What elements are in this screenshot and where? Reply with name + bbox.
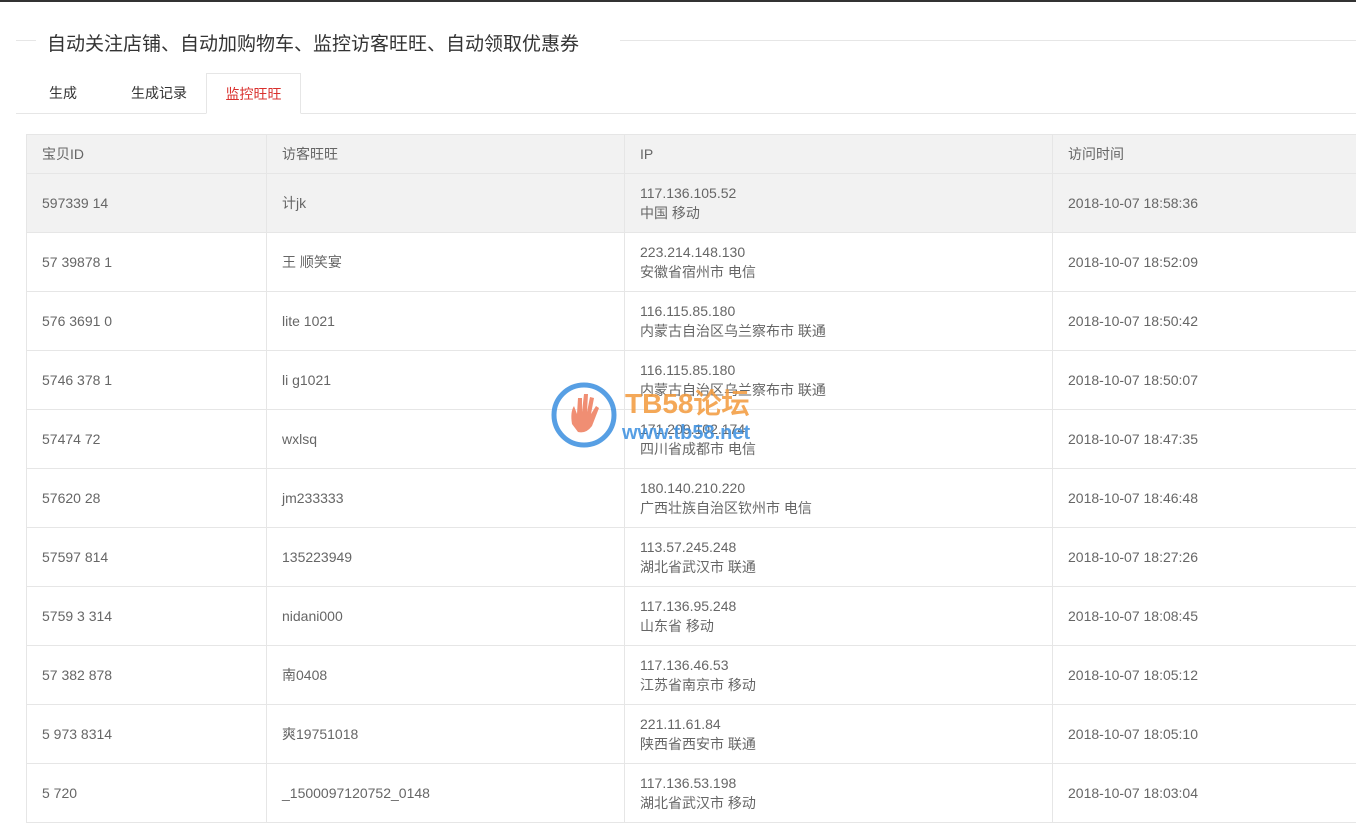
cell-ip: 116.115.85.180 内蒙古自治区乌兰察布市 联通 xyxy=(624,291,1053,351)
page-title: 自动关注店铺、自动加购物车、监控访客旺旺、自动领取优惠券 xyxy=(47,34,580,55)
table-row: 57 39878 1王 顺笑宴 223.214.148.130 安徽省宿州市 电信 2… xyxy=(26,232,1356,292)
cell-ip: 117.136.105.52 中国 移动 xyxy=(624,173,1053,233)
cell-visit-time: 2018-10-07 18:58:36 xyxy=(1052,173,1356,233)
column-header-item-id: 宝贝ID xyxy=(26,134,267,174)
title-divider-right xyxy=(620,40,1356,41)
cell-visit-time: 2018-10-07 18:05:12 xyxy=(1052,645,1356,705)
cell-visit-time: 2018-10-07 18:08:45 xyxy=(1052,586,1356,646)
tab-generate[interactable]: 生成 xyxy=(32,73,94,113)
cell-ip: 117.136.95.248 山东省 移动 xyxy=(624,586,1053,646)
cell-ip: 117.136.53.198 湖北省武汉市 移动 xyxy=(624,763,1053,823)
cell-visit-time: 2018-10-07 18:52:09 xyxy=(1052,232,1356,292)
cell-visitor-wangwang: 王 顺笑宴 xyxy=(266,232,625,292)
cell-ip: 180.140.210.220 广西壮族自治区钦州市 电信 xyxy=(624,468,1053,528)
cell-item-id: 5 973 8314 xyxy=(26,704,267,764)
visitor-table-container: 宝贝ID 访客旺旺 IP 访问时间 597339 14 计jk 117.136.10… xyxy=(26,134,1356,830)
ip-address: 180.140.210.220 xyxy=(640,480,746,496)
cell-visitor-wangwang: wxlsq xyxy=(266,409,625,469)
cell-visitor-wangwang: 135223949 xyxy=(266,527,625,587)
ip-address: 117.136.105.52 xyxy=(640,185,737,201)
visitor-table: 宝贝ID 访客旺旺 IP 访问时间 597339 14 计jk 117.136.10… xyxy=(26,134,1356,823)
cell-item-id: 5746 378 1 xyxy=(26,350,267,410)
ip-location: 中国 移动 xyxy=(640,205,700,221)
column-header-visitor-wangwang: 访客旺旺 xyxy=(266,134,625,174)
cell-ip: 117.136.46.53 江苏省南京市 移动 xyxy=(624,645,1053,705)
ip-address: 113.57.245.248 xyxy=(640,539,737,555)
table-header-row: 宝贝ID 访客旺旺 IP 访问时间 xyxy=(26,134,1356,174)
cell-ip: 113.57.245.248 湖北省武汉市 联通 xyxy=(624,527,1053,587)
ip-location: 广西壮族自治区钦州市 电信 xyxy=(640,500,812,516)
cell-visitor-wangwang: lite 1021 xyxy=(266,291,625,351)
ip-address: 117.136.46.53 xyxy=(640,657,729,673)
column-header-visit-time: 访问时间 xyxy=(1052,134,1356,174)
ip-address: 117.136.53.198 xyxy=(640,775,737,791)
table-row: 5746 378 1 li g1021 116.115.85.180 内蒙古自治区乌兰… xyxy=(26,350,1356,410)
column-header-ip: IP xyxy=(624,134,1053,174)
cell-item-id: 57 39878 1 xyxy=(26,232,267,292)
cell-item-id: 576 3691 0 xyxy=(26,291,267,351)
cell-item-id: 5759 3 314 xyxy=(26,586,267,646)
ip-address: 116.115.85.180 xyxy=(640,303,736,319)
table-row: 57474 72 wxlsq 171.209.102.174 四川省成都市 电信 201… xyxy=(26,409,1356,469)
cell-visit-time: 2018-10-07 18:03:04 xyxy=(1052,763,1356,823)
tab-generate-history[interactable]: 生成记录 xyxy=(120,73,198,113)
cell-ip: 171.209.102.174 四川省成都市 电信 xyxy=(624,409,1053,469)
ip-location: 内蒙古自治区乌兰察布市 联通 xyxy=(640,382,826,398)
ip-location: 湖北省武汉市 移动 xyxy=(640,795,756,811)
ip-location: 湖北省武汉市 联通 xyxy=(640,559,756,575)
table-row: 597339 14 计jk 117.136.105.52 中国 移动 2018-10-0… xyxy=(26,173,1356,233)
cell-visitor-wangwang: _1500097120752_0148 xyxy=(266,763,625,823)
ip-location: 四川省成都市 电信 xyxy=(640,441,756,457)
table-row: 576 3691 0 lite 1021 116.115.85.180 内蒙古自治区乌… xyxy=(26,291,1356,351)
ip-address: 221.11.61.84 xyxy=(640,716,721,732)
top-border xyxy=(0,0,1356,2)
cell-item-id: 597339 14 xyxy=(26,173,267,233)
cell-visit-time: 2018-10-07 18:47:35 xyxy=(1052,409,1356,469)
ip-location: 山东省 移动 xyxy=(640,618,714,634)
ip-address: 171.209.102.174 xyxy=(640,421,746,437)
cell-visitor-wangwang: nidani000 xyxy=(266,586,625,646)
cell-visitor-wangwang: 南0408 xyxy=(266,645,625,705)
cell-visitor-wangwang: jm233333 xyxy=(266,468,625,528)
cell-item-id: 5 720 xyxy=(26,763,267,823)
cell-visitor-wangwang: 爽19751018 xyxy=(266,704,625,764)
cell-item-id: 57597 814 xyxy=(26,527,267,587)
cell-visitor-wangwang: 计jk xyxy=(266,173,625,233)
cell-visit-time: 2018-10-07 18:50:42 xyxy=(1052,291,1356,351)
ip-location: 内蒙古自治区乌兰察布市 联通 xyxy=(640,323,826,339)
cell-visit-time: 2018-10-07 18:50:07 xyxy=(1052,350,1356,410)
cell-item-id: 57474 72 xyxy=(26,409,267,469)
tab-monitor-wangwang[interactable]: 监控旺旺 xyxy=(206,73,301,114)
cell-visitor-wangwang: li g1021 xyxy=(266,350,625,410)
ip-location: 安徽省宿州市 电信 xyxy=(640,264,756,280)
ip-location: 江苏省南京市 移动 xyxy=(640,677,756,693)
table-row: 57597 814 135223949 113.57.245.248 湖北省武汉市 联… xyxy=(26,527,1356,587)
table-row: 57620 28 jm233333 180.140.210.220 广西壮族自治区钦州… xyxy=(26,468,1356,528)
cell-visit-time: 2018-10-07 18:27:26 xyxy=(1052,527,1356,587)
table-row: 57 382 878 南0408 117.136.46.53 江苏省南京市 移动 201… xyxy=(26,645,1356,705)
table-row: 5 973 8314 爽19751018 221.11.61.84 陕西省西安市 联通… xyxy=(26,704,1356,764)
tab-bar: 生成 生成记录 监控旺旺 xyxy=(16,73,1356,114)
ip-address: 116.115.85.180 xyxy=(640,362,736,378)
ip-location: 陕西省西安市 联通 xyxy=(640,736,756,752)
ip-address: 223.214.148.130 xyxy=(640,244,746,260)
cell-ip: 221.11.61.84 陕西省西安市 联通 xyxy=(624,704,1053,764)
table-row: 5 720 _1500097120752_0148 117.136.53.198 湖北… xyxy=(26,763,1356,823)
table-row: 5759 3 314 nidani000 117.136.95.248 山东省 移动 2… xyxy=(26,586,1356,646)
cell-ip: 223.214.148.130 安徽省宿州市 电信 xyxy=(624,232,1053,292)
cell-ip: 116.115.85.180 内蒙古自治区乌兰察布市 联通 xyxy=(624,350,1053,410)
cell-item-id: 57 382 878 xyxy=(26,645,267,705)
title-divider-left xyxy=(16,40,36,41)
cell-visit-time: 2018-10-07 18:05:10 xyxy=(1052,704,1356,764)
cell-visit-time: 2018-10-07 18:46:48 xyxy=(1052,468,1356,528)
cell-item-id: 57620 28 xyxy=(26,468,267,528)
ip-address: 117.136.95.248 xyxy=(640,598,737,614)
